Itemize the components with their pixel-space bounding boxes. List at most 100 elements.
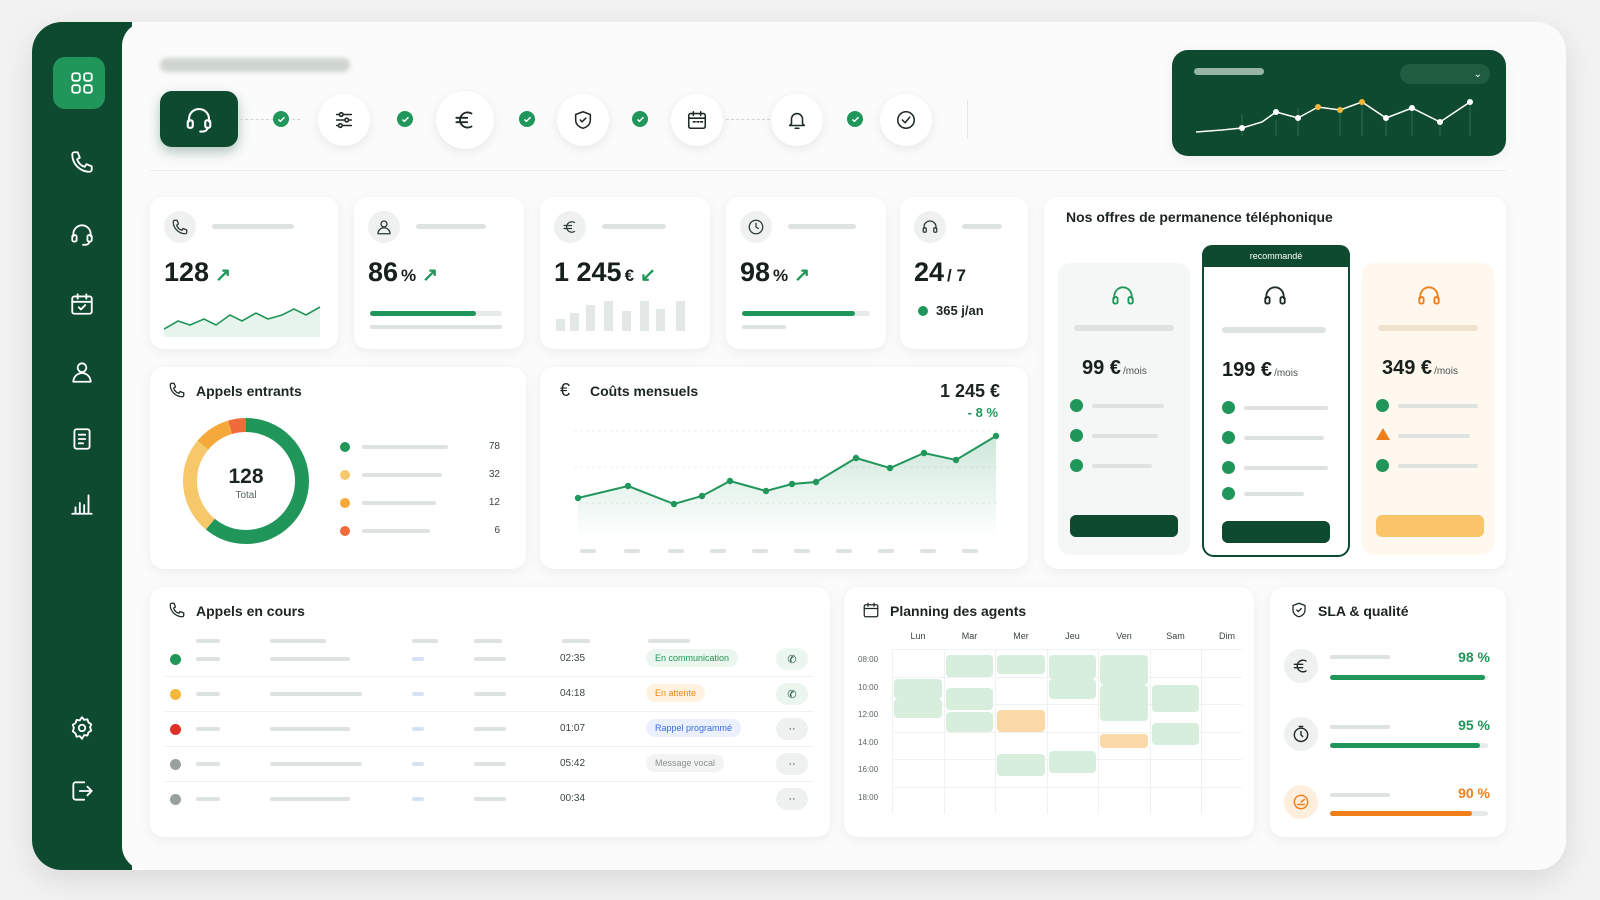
call-duration: 00:34 — [560, 793, 586, 804]
offer-recommended-price: 199 € — [1222, 359, 1273, 381]
agent-shift[interactable] — [1100, 654, 1148, 685]
step-sliders[interactable] — [318, 94, 370, 146]
call-action-button[interactable]: ✆ — [776, 648, 808, 670]
agent-shift[interactable] — [1151, 723, 1199, 746]
offers-title: Nos offres de permanence téléphonique — [1066, 209, 1333, 225]
step-shield[interactable] — [557, 94, 609, 146]
offer-premium-button[interactable] — [1376, 515, 1484, 537]
availability-sub: 365 j/an — [936, 303, 984, 318]
agent-shift[interactable] — [1048, 750, 1096, 773]
gauge-icon — [1284, 785, 1318, 819]
trend-widget: ⌄ — [1172, 50, 1506, 156]
kpi-card-cost: 1 245 € ↙ — [540, 197, 710, 349]
offer-basic[interactable]: 99 €/mois — [1058, 263, 1190, 555]
kpi-value: 1 245 € ↙ — [554, 257, 656, 288]
blurred-cell — [412, 797, 424, 801]
document-icon[interactable] — [67, 424, 97, 454]
step-bell[interactable] — [771, 94, 823, 146]
call-action-button[interactable]: ✆ — [776, 683, 808, 705]
agent-shift[interactable] — [945, 654, 993, 677]
agent-shift[interactable] — [1100, 734, 1148, 748]
offer-recommended-per: /mois — [1274, 368, 1298, 379]
step-headset[interactable] — [160, 91, 238, 147]
step-connector — [240, 119, 300, 120]
agent-shift[interactable] — [1048, 679, 1096, 699]
sla-progress — [1330, 811, 1473, 816]
call-duration: 05:42 — [560, 758, 586, 769]
sla-progress — [742, 311, 855, 316]
blurred-label — [212, 224, 294, 229]
row-divider — [164, 781, 814, 782]
blurred-header — [412, 639, 438, 643]
legend-dot — [340, 526, 350, 536]
offer-price: 199 €/mois — [1222, 359, 1298, 382]
day-header: Ven — [1116, 631, 1132, 641]
sla-title: SLA & qualité — [1318, 603, 1409, 619]
blurred-label — [602, 224, 666, 229]
logout-icon[interactable] — [67, 776, 97, 806]
check-icon — [273, 111, 289, 127]
status-dot — [170, 724, 181, 735]
clock-icon — [740, 211, 772, 243]
agent-shift[interactable] — [997, 753, 1045, 776]
more-actions-button[interactable]: ·· — [776, 753, 808, 775]
kpi-card-calls: 128 ↗ — [150, 197, 338, 349]
legend-value: 32 — [488, 469, 500, 480]
calls-in-progress-card: Appels en cours 02:35 En communication ✆ 04… — [150, 587, 830, 837]
rate-progress — [370, 311, 476, 316]
agent-shift[interactable] — [945, 687, 993, 710]
offer-premium[interactable]: 349 €/mois — [1362, 263, 1494, 555]
calendar-icon — [687, 110, 707, 130]
costs-line-chart — [574, 430, 1000, 553]
blurred-cell — [196, 797, 220, 801]
blurred-cell — [474, 692, 506, 696]
agent-shift[interactable] — [894, 679, 942, 699]
agent-shift[interactable] — [894, 698, 942, 718]
headset-icon[interactable] — [67, 219, 97, 249]
offer-premium-per: /mois — [1434, 366, 1458, 377]
agent-shift[interactable] — [945, 712, 993, 732]
blurred-label — [1244, 492, 1304, 496]
blurred-label — [1092, 404, 1164, 408]
day-header: Sam — [1166, 631, 1185, 641]
blurred-cell — [474, 797, 506, 801]
blurred-header — [270, 639, 326, 643]
legend-value: 6 — [494, 525, 500, 536]
check-icon — [1070, 399, 1083, 412]
divider — [967, 100, 968, 138]
offer-basic-button[interactable] — [1070, 515, 1178, 537]
arrow-up-right-icon: ↗ — [215, 265, 231, 286]
agent-shift[interactable] — [1100, 684, 1148, 721]
hour-label: 12:00 — [858, 710, 879, 719]
offer-recommended-button[interactable] — [1222, 521, 1330, 543]
offer-recommended[interactable]: recommandé 199 €/mois — [1202, 245, 1350, 557]
step-calendar[interactable] — [671, 94, 723, 146]
kpi-card-sla: 98% ↗ — [726, 197, 886, 349]
agent-shift[interactable] — [997, 709, 1045, 732]
call-duration: 02:35 — [560, 653, 586, 664]
agent-shift[interactable] — [1151, 684, 1199, 713]
blurred-header — [648, 639, 690, 643]
users-icon[interactable] — [67, 357, 97, 387]
incoming-calls-card: Appels entrants 128 Total 78 32 12 6 — [150, 367, 526, 569]
more-actions-button[interactable]: ·· — [776, 718, 808, 740]
step-euro[interactable] — [436, 91, 494, 149]
settings-icon[interactable] — [67, 713, 97, 743]
bar-chart-icon[interactable] — [67, 489, 97, 519]
sliders-icon — [335, 111, 353, 129]
blurred-label — [362, 529, 430, 533]
step-check-circle[interactable] — [880, 94, 932, 146]
kpi-sla-unit: % — [773, 266, 789, 285]
kpi-rate-value: 86 — [368, 257, 399, 287]
agent-shift[interactable] — [997, 654, 1045, 674]
blurred-cell — [412, 657, 424, 661]
offers-card: Nos offres de permanence téléphonique 99… — [1044, 197, 1506, 569]
calendar-check-icon[interactable] — [67, 289, 97, 319]
grid-icon[interactable] — [67, 68, 97, 98]
more-actions-button[interactable]: ·· — [776, 788, 808, 810]
call-status-badge: En attente — [646, 684, 706, 702]
blurred-cell — [196, 657, 220, 661]
check-circle-icon — [896, 110, 916, 130]
phone-icon[interactable] — [67, 147, 97, 177]
agent-shift[interactable] — [1048, 654, 1096, 680]
